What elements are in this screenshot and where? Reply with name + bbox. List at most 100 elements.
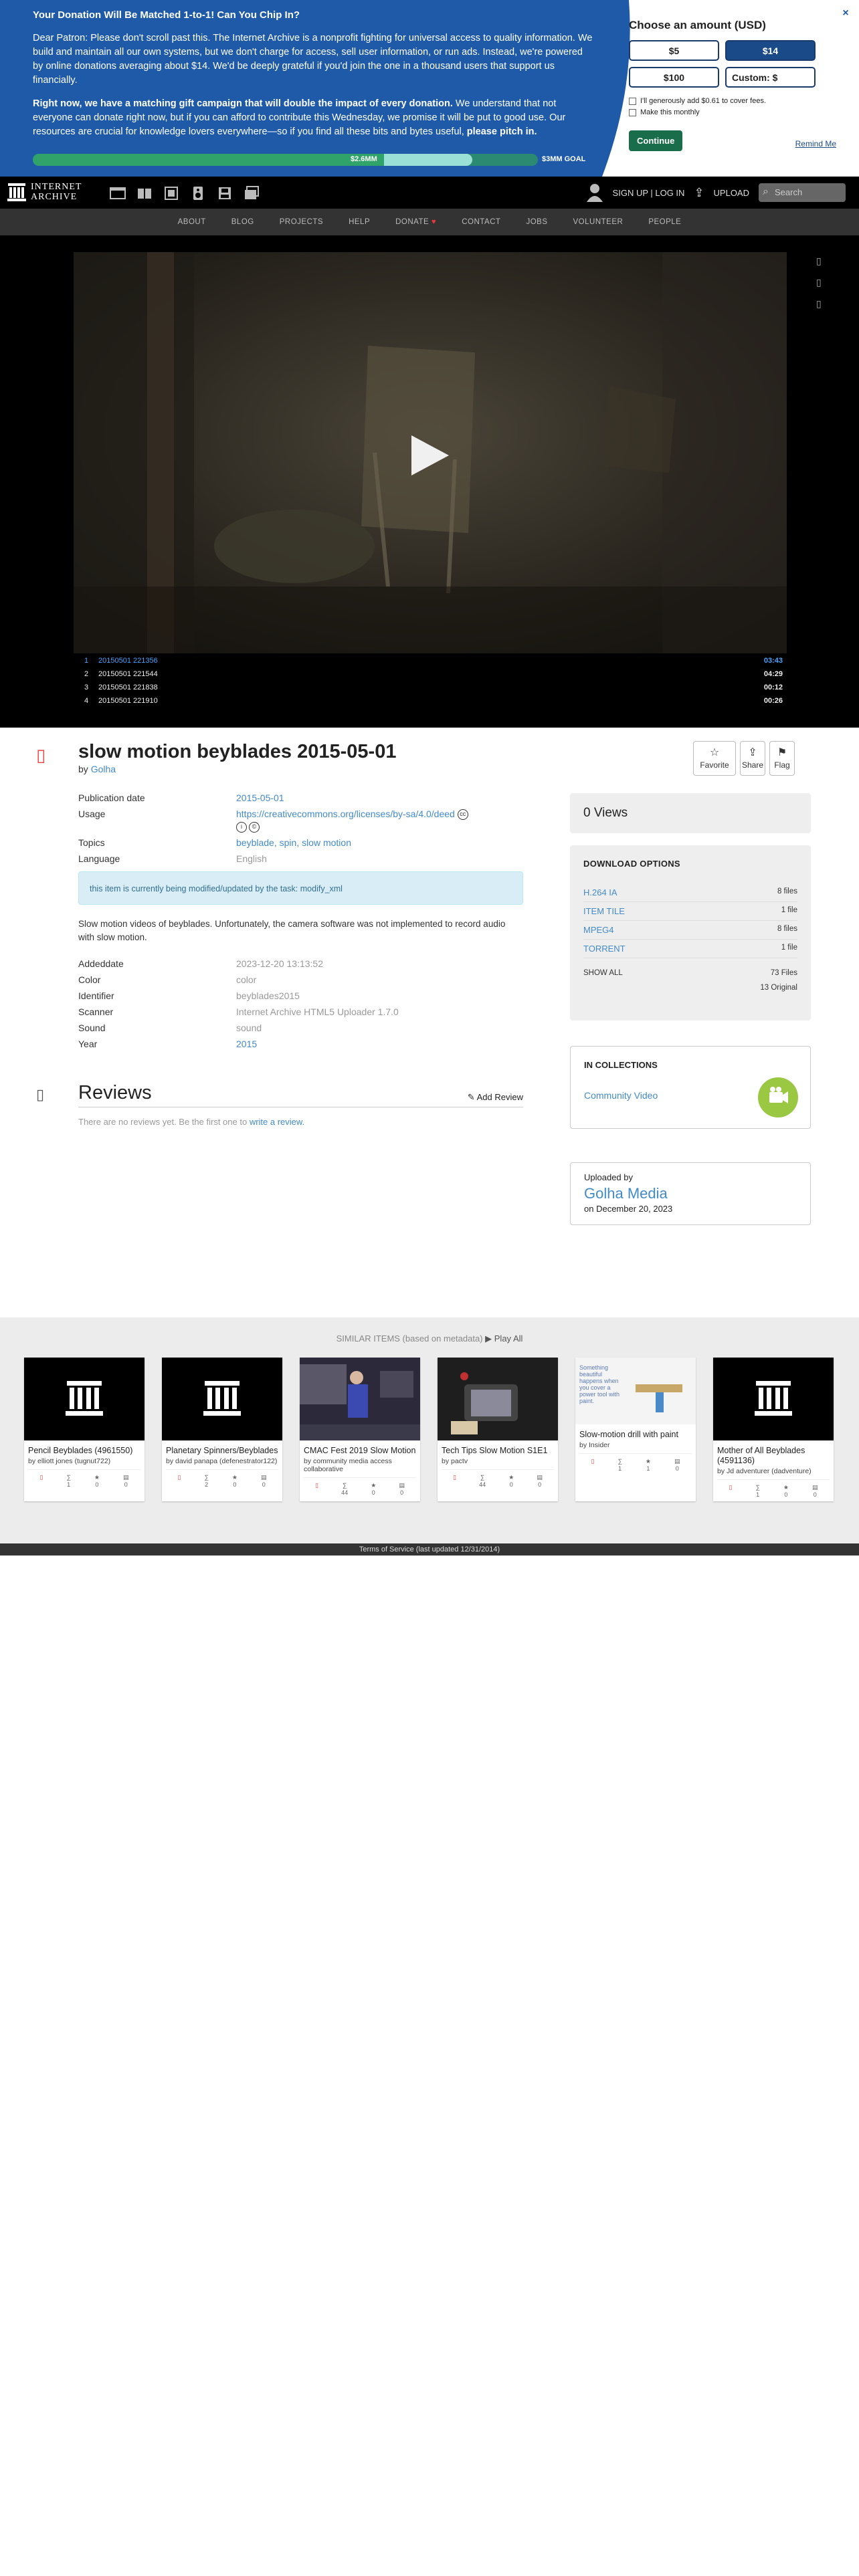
video-player[interactable]	[74, 252, 787, 653]
download-format[interactable]: ITEM TILE 1 file	[583, 902, 797, 921]
archive-logo-thumb	[162, 1358, 282, 1440]
amount-14-button[interactable]: $14	[725, 40, 816, 61]
video-icon[interactable]	[163, 186, 179, 201]
continue-button[interactable]: Continue	[629, 130, 683, 151]
collection-link[interactable]: Community Video	[584, 1090, 658, 1101]
upload-icon[interactable]: ⇪	[694, 186, 704, 200]
similar-item-tile[interactable]: Planetary Spinners/Beyblades by david pa…	[162, 1358, 282, 1501]
theatre-side-controls: ▯ ▯ ▯	[816, 255, 826, 320]
download-format[interactable]: MPEG4 8 files	[583, 921, 797, 940]
signup-login-link[interactable]: SIGN UP | LOG IN	[613, 188, 685, 198]
tile-author: by Insider	[579, 1441, 610, 1449]
tile-stats: ▯ ∑ 44 ★ 0 ▤ 0	[304, 1477, 416, 1497]
amount-title: Choose an amount (USD)	[629, 19, 766, 31]
donation-banner: Your Donation Will Be Matched 1-to-1! Ca…	[0, 0, 859, 177]
show-all-link[interactable]: SHOW ALL	[583, 969, 623, 977]
download-format[interactable]: TORRENT 1 file	[583, 940, 797, 958]
original-files[interactable]: 13 Original	[583, 984, 797, 992]
meta-row: Year 2015	[78, 1039, 258, 1049]
video-type-icon: ▯	[36, 745, 46, 765]
item-title: slow motion beyblades 2015-05-01	[78, 741, 397, 762]
meta-row: Scanner Internet Archive HTML5 Uploader 1…	[78, 1006, 399, 1017]
upload-link[interactable]: UPLOAD	[714, 188, 749, 198]
item-description: Slow motion videos of beyblades. Unfortu…	[78, 919, 506, 942]
nav-donate[interactable]: DONATE ♥	[395, 209, 436, 235]
favorite-button[interactable]: ☆ Favorite	[693, 741, 736, 776]
similar-item-tile[interactable]: Pencil Beyblades (4961550) by elliott jo…	[24, 1358, 145, 1501]
nav-help[interactable]: HELP	[349, 209, 370, 235]
search-input[interactable]: Search	[759, 183, 846, 202]
by-icon: i	[236, 821, 247, 833]
web-icon[interactable]	[110, 186, 126, 201]
reviews-header: Reviews ✎ Add Review	[78, 1082, 523, 1107]
nav-people[interactable]: PEOPLE	[648, 209, 681, 235]
info-icon[interactable]: ▯	[816, 255, 826, 266]
images-icon[interactable]	[244, 186, 260, 201]
similar-item-tile[interactable]: Tech Tips Slow Motion S1E1 by pactv ▯ ∑ 44…	[438, 1358, 558, 1501]
donation-goal: $3MM GOAL	[542, 155, 586, 163]
logo-line-1: INTERNET	[31, 182, 82, 192]
author-link[interactable]: Golha	[91, 764, 116, 774]
video-playlist: 1 20150501 221356 03:43 2 20150501 221544 04…	[74, 654, 787, 708]
user-icon[interactable]	[586, 183, 603, 202]
tile-stats: ▯ ∑ 1 ★ 1 ▤ 0	[579, 1453, 692, 1473]
flag-button[interactable]: ⚑ Flag	[769, 741, 795, 776]
playlist-item[interactable]: 4 20150501 221910 00:26	[74, 694, 787, 708]
topics-links[interactable]: beyblade, spin, slow motion	[236, 837, 351, 848]
similar-item-tile[interactable]: Mother of All Beyblades (4591136) by Jd …	[713, 1358, 834, 1501]
nav-about[interactable]: ABOUT	[178, 209, 206, 235]
uploader-link[interactable]: Golha Media	[584, 1185, 797, 1202]
tile-title: CMAC Fest 2019 Slow Motion	[304, 1446, 416, 1455]
similar-items: SIMILAR ITEMS (based on metadata) ▶ Play…	[0, 1317, 859, 1543]
meta-row: Publication date 2015-05-01	[78, 792, 284, 803]
donation-heading: Your Donation Will Be Matched 1-to-1! Ca…	[33, 9, 300, 21]
meta-row: Identifier beyblades2015	[78, 990, 300, 1001]
nav-contact[interactable]: CONTACT	[462, 209, 500, 235]
add-review-button[interactable]: ✎ Add Review	[468, 1092, 523, 1103]
similar-item-tile[interactable]: CMAC Fest 2019 Slow Motion by community …	[300, 1358, 420, 1501]
playlist-item[interactable]: 3 20150501 221838 00:12	[74, 681, 787, 694]
reviews-title: Reviews	[78, 1082, 152, 1103]
raised-amount: $2.6MM	[351, 155, 377, 163]
playlist-item[interactable]: 2 20150501 221544 04:29	[74, 667, 787, 681]
share-icon[interactable]: ▯	[816, 298, 826, 309]
amount-100-button[interactable]: $100	[629, 67, 719, 88]
nav-jobs[interactable]: JOBS	[526, 209, 547, 235]
custom-amount-input[interactable]: Custom: $	[725, 67, 816, 88]
meta-row: Topics beyblade, spin, slow motion	[78, 837, 351, 848]
tile-stats: ▯ ∑ 1 ★ 0 ▤ 0	[717, 1479, 830, 1499]
footer[interactable]: Terms of Service (last updated 12/31/201…	[0, 1543, 859, 1555]
nav-blog[interactable]: BLOG	[231, 209, 254, 235]
remind-me-link[interactable]: Remind Me	[795, 139, 836, 148]
play-all-button[interactable]: ▶ Play All	[485, 1333, 522, 1344]
nav-projects[interactable]: PROJECTS	[280, 209, 323, 235]
close-icon[interactable]: ×	[838, 5, 854, 21]
software-icon[interactable]	[217, 186, 233, 201]
publication-date-link[interactable]: 2015-05-01	[236, 792, 284, 803]
play-icon[interactable]	[411, 435, 449, 475]
nav-volunteer[interactable]: VOLUNTEER	[573, 209, 624, 235]
similar-item-tile[interactable]: Something beautiful happens when you cov…	[575, 1358, 696, 1501]
donation-paragraph-1: Dear Patron: Please don't scroll past th…	[33, 33, 593, 86]
tile-author: by Jd adventurer (dadventure)	[717, 1467, 812, 1475]
share-button[interactable]: ⇪ Share	[740, 741, 765, 776]
tile-title: Slow-motion drill with paint	[579, 1430, 678, 1439]
download-format[interactable]: H.264 IA 8 files	[583, 883, 797, 902]
year-link[interactable]: 2015	[236, 1039, 257, 1049]
meta-row: Usage https://creativecommons.org/license…	[78, 808, 523, 833]
collections-title: IN COLLECTIONS	[584, 1060, 658, 1070]
amount-5-button[interactable]: $5	[629, 40, 719, 61]
fee-checkbox[interactable]: I'll generously add $0.61 to cover fees.	[629, 97, 836, 105]
tile-title: Mother of All Beyblades (4591136)	[717, 1446, 805, 1465]
internet-archive-logo[interactable]: INTERNET ARCHIVE	[7, 182, 82, 202]
license-link[interactable]: https://creativecommons.org/licenses/by-…	[236, 809, 455, 819]
write-review-link[interactable]: write a review.	[250, 1117, 304, 1127]
collection-badge-icon[interactable]	[758, 1077, 798, 1117]
texts-icon[interactable]	[136, 186, 153, 201]
archive-building-icon	[7, 183, 26, 201]
audio-icon[interactable]	[190, 186, 206, 201]
list-icon[interactable]: ▯	[816, 277, 826, 288]
playlist-item[interactable]: 1 20150501 221356 03:43	[74, 654, 787, 667]
monthly-checkbox[interactable]: Make this monthly	[629, 108, 836, 116]
progress-fill	[33, 154, 384, 166]
